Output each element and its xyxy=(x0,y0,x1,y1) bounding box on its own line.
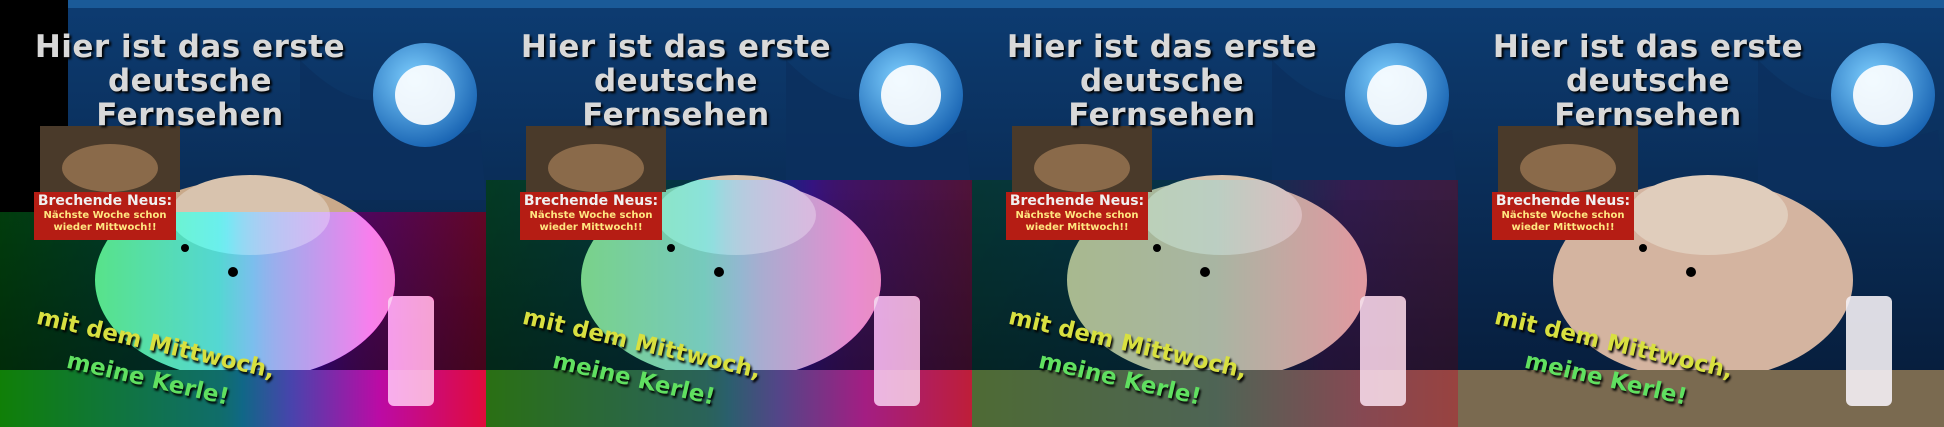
frame-3: Hier ist das erste deutsche Fernsehen Br… xyxy=(972,0,1458,427)
breaking-news-box: Brechende Neus: Nächste Woche schon wied… xyxy=(1006,192,1148,240)
frog-thumbnail-icon xyxy=(40,126,180,192)
frame-2: Hier ist das erste deutsche Fernsehen Br… xyxy=(486,0,972,427)
headline-line-1: Hier ist das erste xyxy=(1006,29,1318,65)
meme-frame-strip: Hier ist das erste deutsche Fernsehen Br… xyxy=(0,0,1944,427)
headline-line-2: deutsche Fernsehen xyxy=(1068,63,1256,133)
glass-icon xyxy=(1846,296,1892,406)
breaking-news-box: Brechende Neus: Nächste Woche schon wied… xyxy=(520,192,662,240)
news-title: Brechende Neus: xyxy=(1009,193,1145,209)
headline: Hier ist das erste deutsche Fernsehen xyxy=(496,30,856,132)
news-body-line-1: Nächste Woche schon xyxy=(1501,210,1625,221)
breaking-news-box: Brechende Neus: Nächste Woche schon wied… xyxy=(1492,192,1634,240)
headline-line-1: Hier ist das erste xyxy=(1492,29,1804,65)
news-body-line-1: Nächste Woche schon xyxy=(43,210,167,221)
headline-line-1: Hier ist das erste xyxy=(34,29,346,65)
frame-4: Hier ist das erste deutsche Fernsehen Br… xyxy=(1458,0,1944,427)
frame-1: Hier ist das erste deutsche Fernsehen Br… xyxy=(0,0,486,427)
news-body-line-1: Nächste Woche schon xyxy=(529,210,653,221)
headline: Hier ist das erste deutsche Fernsehen xyxy=(982,30,1342,132)
news-body-line-2: wieder Mittwoch!! xyxy=(539,222,643,233)
news-body-line-2: wieder Mittwoch!! xyxy=(53,222,157,233)
frog-thumbnail-icon xyxy=(526,126,666,192)
headline: Hier ist das erste deutsche Fernsehen xyxy=(10,30,370,132)
headline: Hier ist das erste deutsche Fernsehen xyxy=(1468,30,1828,132)
frog-thumbnail-icon xyxy=(1012,126,1152,192)
frog-thumbnail-icon xyxy=(1498,126,1638,192)
headline-line-1: Hier ist das erste xyxy=(520,29,832,65)
headline-line-2: deutsche Fernsehen xyxy=(582,63,770,133)
news-body-line-2: wieder Mittwoch!! xyxy=(1025,222,1129,233)
breaking-news-box: Brechende Neus: Nächste Woche schon wied… xyxy=(34,192,176,240)
headline-line-2: deutsche Fernsehen xyxy=(96,63,284,133)
news-title: Brechende Neus: xyxy=(1495,193,1631,209)
headline-line-2: deutsche Fernsehen xyxy=(1554,63,1742,133)
news-body-line-1: Nächste Woche schon xyxy=(1015,210,1139,221)
news-body-line-2: wieder Mittwoch!! xyxy=(1511,222,1615,233)
news-title: Brechende Neus: xyxy=(523,193,659,209)
news-title: Brechende Neus: xyxy=(37,193,173,209)
